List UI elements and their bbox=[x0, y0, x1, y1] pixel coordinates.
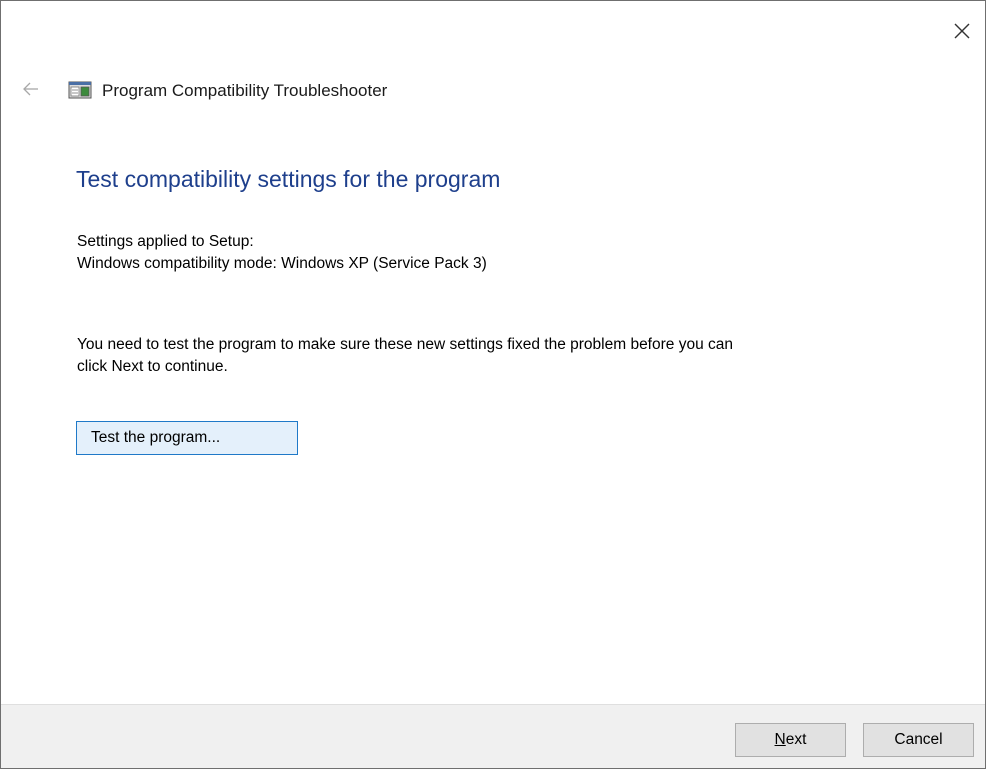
page-heading: Test compatibility settings for the prog… bbox=[76, 166, 501, 192]
close-button[interactable] bbox=[939, 1, 985, 61]
footer-bar: Next Cancel bbox=[1, 704, 985, 768]
next-mnemonic: N bbox=[774, 731, 786, 748]
instruction-text-line1: You need to test the program to make sur… bbox=[77, 336, 733, 353]
next-button[interactable]: Next bbox=[735, 723, 846, 757]
settings-applied-label: Settings applied to Setup: bbox=[77, 233, 254, 250]
troubleshooter-window: Program Compatibility Troubleshooter Tes… bbox=[0, 0, 986, 769]
back-button[interactable] bbox=[19, 77, 43, 101]
instruction-text-line2: click Next to continue. bbox=[77, 358, 228, 375]
window-title: Program Compatibility Troubleshooter bbox=[102, 81, 388, 100]
cancel-button[interactable]: Cancel bbox=[863, 723, 974, 757]
test-program-button[interactable]: Test the program... bbox=[76, 421, 298, 455]
back-arrow-icon bbox=[23, 82, 38, 96]
troubleshooter-icon bbox=[68, 81, 92, 99]
next-label-rest: ext bbox=[785, 731, 807, 748]
close-icon bbox=[954, 23, 970, 39]
compatibility-mode-text: Windows compatibility mode: Windows XP (… bbox=[77, 255, 487, 272]
